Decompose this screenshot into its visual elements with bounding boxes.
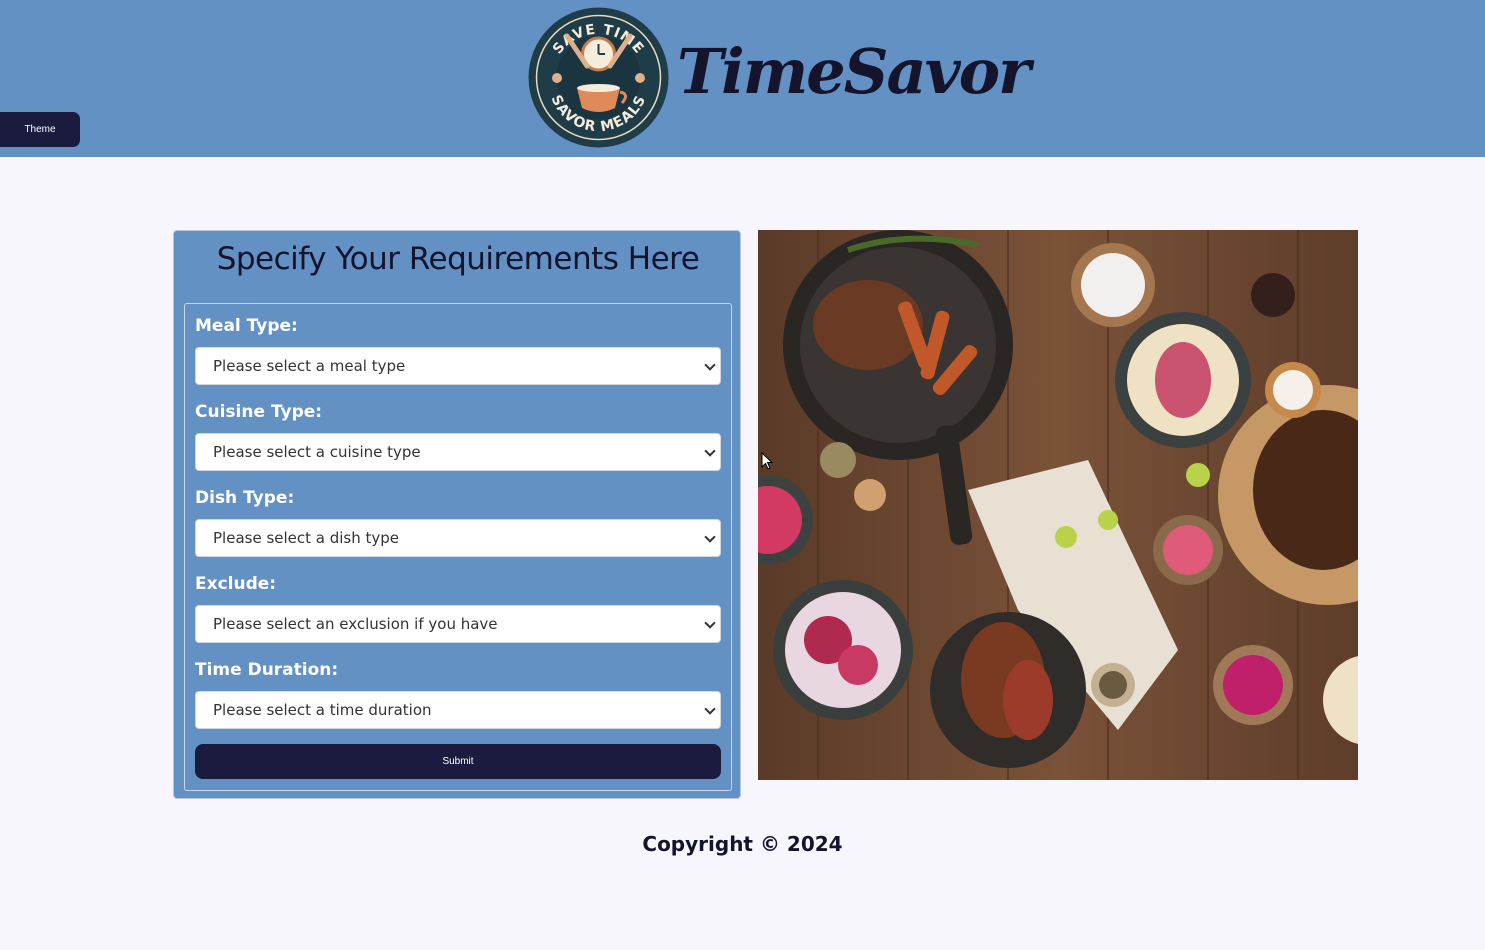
exclude-select[interactable]: Please select an exclusion if you have	[195, 605, 721, 643]
form-title: Specify Your Requirements Here	[216, 241, 700, 277]
cuisine-type-label: Cuisine Type:	[195, 402, 323, 422]
meal-type-select[interactable]: Please select a meal type	[195, 347, 721, 385]
cuisine-type-select[interactable]: Please select a cuisine type	[195, 433, 721, 471]
chevron-down-icon	[704, 617, 716, 629]
exclude-label: Exclude:	[195, 574, 277, 594]
dish-type-value: Please select a dish type	[213, 529, 400, 547]
site-header: Theme SAVE TIME SAVOR MEALS TimeSavor	[0, 0, 1485, 157]
chevron-down-icon	[704, 445, 716, 457]
meal-type-value: Please select a meal type	[213, 357, 406, 375]
dish-type-label: Dish Type:	[195, 488, 295, 508]
submit-button[interactable]: Submit	[195, 744, 721, 779]
time-duration-value: Please select a time duration	[213, 701, 432, 719]
dish-type-select[interactable]: Please select a dish type	[195, 519, 721, 557]
requirements-form: Specify Your Requirements Here Meal Type…	[173, 230, 741, 799]
time-duration-select[interactable]: Please select a time duration	[195, 691, 721, 729]
chevron-down-icon	[704, 703, 716, 715]
mouse-cursor-icon	[761, 452, 773, 470]
exclude-value: Please select an exclusion if you have	[213, 615, 498, 633]
copyright-footer: Copyright © 2024	[642, 832, 843, 856]
timesavor-logo[interactable]: SAVE TIME SAVOR MEALS	[527, 6, 670, 149]
chevron-down-icon	[704, 531, 716, 543]
food-spread-image	[758, 230, 1358, 780]
form-fieldset: Meal Type: Please select a meal type Cui…	[184, 303, 732, 791]
chevron-down-icon	[704, 359, 716, 371]
meal-type-label: Meal Type:	[195, 316, 298, 336]
time-duration-label: Time Duration:	[195, 660, 339, 680]
theme-toggle-button[interactable]: Theme	[0, 112, 80, 147]
cuisine-type-value: Please select a cuisine type	[213, 443, 421, 461]
brand-name: TimeSavor	[677, 35, 1031, 108]
